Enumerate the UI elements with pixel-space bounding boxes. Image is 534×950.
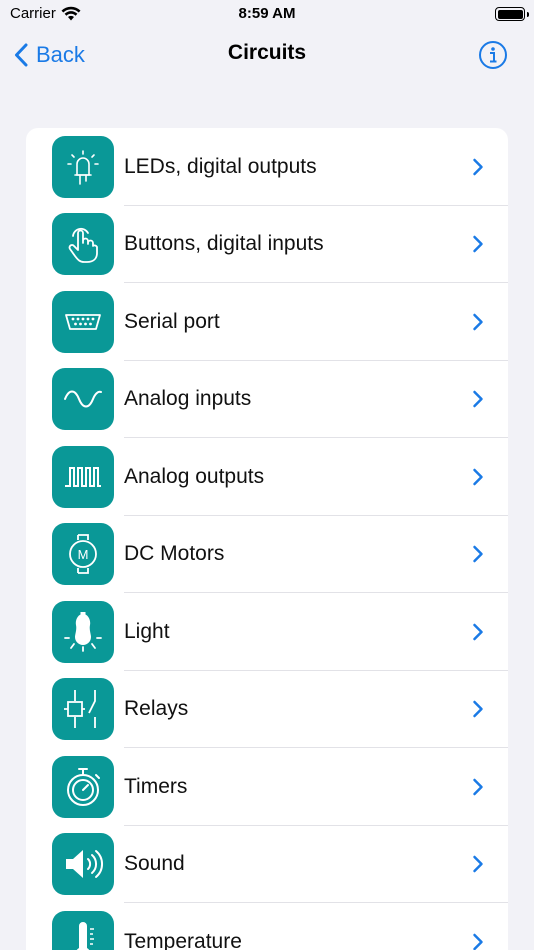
buttons-tile xyxy=(52,213,114,276)
pwm-wave-icon xyxy=(65,466,101,487)
serial-port-tile xyxy=(52,290,114,353)
chevron-right-icon xyxy=(473,468,483,485)
relays-tile xyxy=(52,678,114,741)
list-item-label: Buttons, digital inputs xyxy=(124,232,324,256)
list-item-label: Timers xyxy=(124,774,188,798)
list-item-buttons[interactable]: Buttons, digital inputs xyxy=(26,206,508,284)
temperature-tile xyxy=(52,910,114,950)
list-item-label: LEDs, digital outputs xyxy=(124,154,317,178)
list-item-label: DC Motors xyxy=(124,542,225,566)
chevron-right-icon xyxy=(473,778,483,795)
list-item-label: Relays xyxy=(124,697,189,721)
list-item-dc-motors[interactable]: M DC Motors xyxy=(26,516,508,594)
chevron-right-icon xyxy=(473,701,483,718)
page-title: Circuits xyxy=(227,41,307,64)
chevron-right-icon xyxy=(473,391,483,408)
list-item-label: Light xyxy=(124,619,170,643)
chevron-right-icon xyxy=(473,546,483,563)
relay-icon xyxy=(64,690,96,729)
timers-tile xyxy=(52,755,114,818)
battery-icon xyxy=(495,7,529,21)
chevron-right-icon xyxy=(473,158,483,175)
stopwatch-icon xyxy=(67,767,100,806)
clock: 8:59 AM xyxy=(238,5,296,22)
dc-motors-tile: M xyxy=(52,523,114,586)
led-icon xyxy=(67,149,99,185)
list-item-timers[interactable]: Timers xyxy=(26,748,508,826)
list-item-label: Serial port xyxy=(124,309,220,333)
list-item-label: Analog inputs xyxy=(124,387,252,411)
serial-connector-icon xyxy=(65,313,101,330)
sine-wave-icon xyxy=(64,390,102,408)
circuits-list: LEDs, digital outputs Buttons, digital i… xyxy=(26,128,508,950)
status-bar: Carrier 8:59 AM xyxy=(0,0,534,30)
chevron-right-icon xyxy=(473,236,483,253)
list-item-light[interactable]: Light xyxy=(26,593,508,671)
svg-text:M: M xyxy=(78,547,89,562)
list-item-label: Sound xyxy=(124,852,185,876)
motor-icon: M xyxy=(69,534,97,575)
list-item-temperature[interactable]: Temperature xyxy=(26,903,508,950)
list-item-relays[interactable]: Relays xyxy=(26,671,508,749)
list-item-label: Temperature xyxy=(124,929,242,950)
chevron-right-icon xyxy=(473,856,483,873)
light-bulb-icon xyxy=(64,611,102,652)
led-tile xyxy=(52,135,114,198)
list-item-leds[interactable]: LEDs, digital outputs xyxy=(26,128,508,206)
list-item-analog-outputs[interactable]: Analog outputs xyxy=(26,438,508,516)
list-item-analog-inputs[interactable]: Analog inputs xyxy=(26,361,508,439)
list-item-label: Analog outputs xyxy=(124,464,265,488)
list-item-serial-port[interactable]: Serial port xyxy=(26,283,508,361)
chevron-right-icon xyxy=(473,933,483,950)
sound-tile xyxy=(52,833,114,896)
thermometer-icon xyxy=(76,921,94,950)
navigation-bar: Back Circuits xyxy=(0,30,534,80)
chevron-right-icon xyxy=(473,313,483,330)
speaker-icon xyxy=(66,850,103,879)
info-icon[interactable] xyxy=(478,40,508,70)
hand-pointer-icon xyxy=(68,228,98,264)
analog-inputs-tile xyxy=(52,368,114,431)
list-item-sound[interactable]: Sound xyxy=(26,826,508,904)
light-tile xyxy=(52,600,114,663)
chevron-right-icon xyxy=(473,623,483,640)
analog-outputs-tile xyxy=(52,445,114,508)
